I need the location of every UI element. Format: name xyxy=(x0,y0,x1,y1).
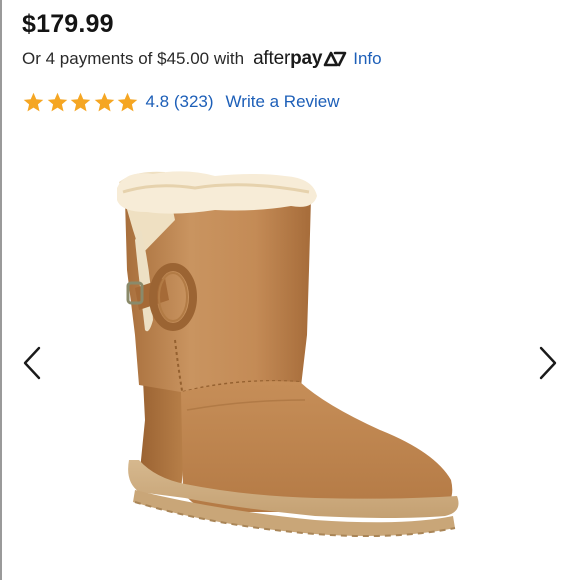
installments-text: Or 4 payments of $45.00 with xyxy=(22,49,245,68)
afterpay-info-link[interactable]: Info xyxy=(353,49,381,69)
star-icon xyxy=(117,92,138,111)
star-icon xyxy=(94,92,114,111)
star-icon xyxy=(47,92,67,111)
afterpay-logo-light: after xyxy=(253,48,291,69)
star-icon xyxy=(70,92,91,111)
chevron-left-icon[interactable] xyxy=(22,346,42,380)
left-border xyxy=(0,0,2,580)
star-icon xyxy=(23,92,44,111)
product-price: $179.99 xyxy=(22,10,114,38)
rating-value-link[interactable]: 4.8 (323) xyxy=(146,92,214,112)
afterpay-arrows-icon xyxy=(323,51,347,67)
rating-row: 4.8 (323) Write a Review xyxy=(22,88,340,116)
ugg-boot-image[interactable] xyxy=(95,160,475,575)
write-review-link[interactable]: Write a Review xyxy=(226,92,340,112)
installments-row: Or 4 payments of $45.00 with after pay In… xyxy=(22,46,382,72)
rating-stars[interactable] xyxy=(22,91,140,114)
afterpay-logo-bold: pay xyxy=(290,48,323,69)
chevron-right-icon[interactable] xyxy=(538,346,558,380)
afterpay-logo: after pay xyxy=(253,48,347,70)
